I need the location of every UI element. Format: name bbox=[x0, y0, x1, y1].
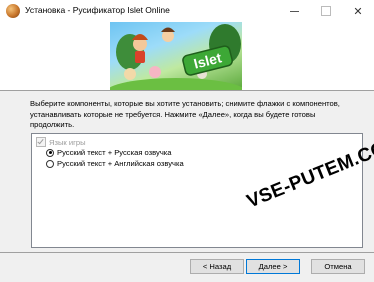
category-row: Язык игры bbox=[36, 137, 86, 147]
option-russian-voice[interactable]: Русский текст + Русская озвучка bbox=[46, 148, 172, 157]
radio-unselected-icon[interactable] bbox=[46, 159, 54, 168]
title-bar: Установка - Русификатор Islet Online ✕ bbox=[0, 0, 374, 22]
components-list[interactable]: Язык игры Русский текст + Русская озвучк… bbox=[31, 133, 363, 248]
banner-illustration: Islet bbox=[110, 24, 242, 90]
radio-selected-icon[interactable] bbox=[46, 148, 54, 157]
close-icon: ✕ bbox=[353, 5, 363, 18]
maximize-button[interactable] bbox=[310, 0, 342, 22]
banner-image: Islet bbox=[110, 22, 242, 90]
option-english-voice[interactable]: Русский текст + Английская озвучка bbox=[46, 159, 184, 168]
category-label: Язык игры bbox=[49, 137, 86, 147]
category-checkbox bbox=[36, 137, 46, 147]
footer-separator bbox=[0, 252, 374, 253]
maximize-icon bbox=[321, 6, 331, 16]
installer-banner: Islet bbox=[0, 22, 374, 90]
app-icon bbox=[6, 4, 20, 18]
option-label[interactable]: Русский текст + Русская озвучка bbox=[57, 148, 172, 157]
minimize-button[interactable] bbox=[278, 0, 310, 22]
window-title: Установка - Русификатор Islet Online bbox=[25, 5, 170, 15]
minimize-icon bbox=[289, 10, 299, 12]
cancel-button[interactable]: Отмена bbox=[311, 259, 365, 274]
option-label[interactable]: Русский текст + Английская озвучка bbox=[57, 159, 184, 168]
instructions-text: Выберите компоненты, которые вы хотите у… bbox=[30, 99, 340, 129]
banner-divider bbox=[0, 90, 374, 91]
next-button[interactable]: Далее > bbox=[246, 259, 300, 274]
close-button[interactable]: ✕ bbox=[342, 0, 374, 22]
back-button[interactable]: < Назад bbox=[190, 259, 244, 274]
